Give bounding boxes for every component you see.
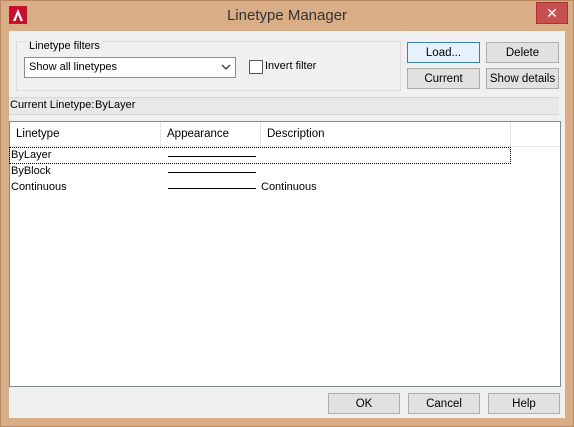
linetype-name: Continuous [11,181,67,193]
linetype-appearance-sample [168,188,256,189]
list-header: Linetype Appearance Description [10,122,560,147]
current-linetype-value: ByLayer [95,99,136,111]
column-header-linetype[interactable]: Linetype [10,122,161,146]
table-row[interactable]: ByBlock [10,164,510,179]
linetype-name: ByLayer [11,149,52,161]
linetype-appearance-sample [168,156,256,157]
linetype-description: Continuous [261,181,317,193]
window-title: Linetype Manager [226,7,348,24]
close-icon: ✕ [546,5,558,21]
linetype-filter-value: Show all linetypes [29,61,118,73]
table-row[interactable]: ByLayer [9,147,511,164]
linetype-manager-window: Linetype Manager ✕ Linetype filters Show… [0,0,574,427]
show-details-button[interactable]: Show details [486,68,559,89]
title-bar[interactable]: Linetype Manager ✕ [1,1,573,31]
current-linetype-bar: Current Linetype: ByLayer [9,97,559,115]
current-button[interactable]: Current [407,68,480,89]
linetype-filter-select[interactable]: Show all linetypes [24,57,236,78]
load-button[interactable]: Load... [407,42,480,63]
invert-filter-checkbox[interactable] [249,60,263,74]
linetype-filters-legend: Linetype filters [27,40,102,52]
chevron-down-icon [221,64,231,70]
linetype-name: ByBlock [11,165,51,177]
column-header-appearance[interactable]: Appearance [161,122,261,146]
linetype-filters-group: Linetype filters Show all linetypes Inve… [16,40,401,91]
ok-button[interactable]: OK [328,393,400,414]
current-linetype-label: Current Linetype: [10,99,95,111]
cancel-button[interactable]: Cancel [408,393,480,414]
delete-button[interactable]: Delete [486,42,559,63]
dialog-body: Linetype filters Show all linetypes Inve… [9,31,565,418]
close-button[interactable]: ✕ [536,2,568,24]
table-row[interactable]: Continuous Continuous [10,180,510,195]
linetype-appearance-sample [168,172,256,173]
help-button[interactable]: Help [488,393,560,414]
linetype-list[interactable]: Linetype Appearance Description ByLayer … [9,121,561,387]
column-header-description[interactable]: Description [261,122,511,146]
invert-filter-label[interactable]: Invert filter [265,60,316,72]
